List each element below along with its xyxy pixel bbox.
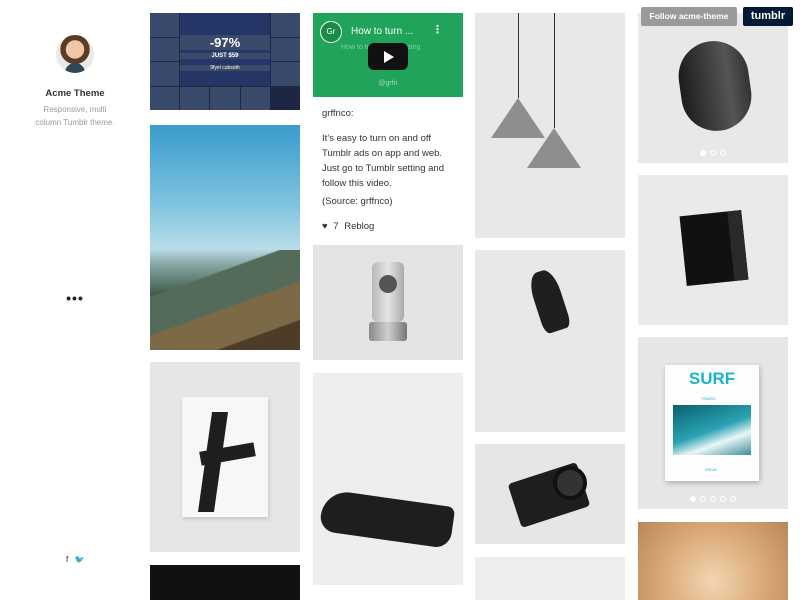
photo-post[interactable] [475, 557, 625, 600]
heart-icon[interactable]: ♥ [322, 221, 328, 232]
photoset-dot[interactable] [710, 496, 716, 502]
sale-banner: -97% JUST $59 9fyel cubsoth [180, 13, 270, 86]
photoset-dot[interactable] [730, 496, 736, 502]
thumbnail [240, 86, 270, 110]
camera-photo-post[interactable] [475, 444, 625, 544]
jumping-figure [526, 267, 572, 335]
mountain-ridge [150, 250, 300, 350]
sidebar: Acme Theme Responsive, multi column Tumb… [0, 0, 150, 600]
thumbnail [150, 62, 180, 86]
post-actions: ♥ 7 Reblog [322, 221, 377, 232]
thumbnail [150, 86, 180, 110]
lamp-cord [554, 13, 555, 128]
jumper-photo-post[interactable] [475, 250, 625, 432]
speaker-base [369, 322, 407, 341]
video-post[interactable]: Gr How to turn ... ⋮ How to turn ... adv… [313, 13, 463, 97]
magazine-cover: SURF TRAVEL ISSUE [665, 365, 759, 481]
post-source[interactable]: grffnco: [322, 108, 354, 119]
thumbnail [270, 62, 300, 86]
magazine-label: TRAVEL [701, 396, 717, 401]
video-title[interactable]: How to turn ... [351, 26, 413, 37]
photoset-dots [638, 489, 788, 507]
magazine-photoset-post[interactable]: SURF TRAVEL ISSUE [638, 337, 788, 509]
tumblr-logo-button[interactable]: tumblr [743, 7, 793, 26]
clock-photoset-post[interactable] [638, 13, 788, 163]
speaker-lens [379, 275, 397, 293]
facebook-icon[interactable]: f [66, 555, 68, 564]
cube-object [679, 209, 749, 287]
clock-object [674, 36, 756, 136]
thumbnail [180, 86, 210, 110]
magazine-issue: ISSUE [705, 467, 718, 472]
wave-image [673, 405, 751, 455]
speaker-photo-post[interactable] [313, 245, 463, 360]
camera-lens [553, 466, 587, 500]
thumbnail [270, 37, 300, 61]
sale-brand: 9fyel cubsoth [180, 65, 270, 71]
thumbnail [150, 37, 180, 61]
sale-percent: -97% [180, 35, 270, 50]
thumbnail [210, 86, 240, 110]
dark-photo-post[interactable] [150, 565, 300, 600]
follow-button[interactable]: Follow acme-theme [641, 7, 737, 26]
photoset-dot[interactable] [720, 496, 726, 502]
photoset-dots [638, 143, 788, 161]
shoe-photo-post[interactable] [313, 373, 463, 585]
photoset-dot[interactable] [690, 496, 696, 502]
play-icon[interactable] [368, 43, 408, 70]
more-dots-icon[interactable]: ••• [66, 290, 84, 306]
thumbnail [150, 13, 180, 37]
video-brand: @grfn [378, 80, 398, 87]
sculpture-photo-post[interactable] [150, 362, 300, 552]
ad-collage-post[interactable]: -97% JUST $59 9fyel cubsoth [150, 13, 300, 110]
lion-photo-post[interactable] [638, 522, 788, 600]
mountain-photo-post[interactable] [150, 125, 300, 350]
text-post: grffnco: It’s easy to turn on and off Tu… [313, 97, 463, 237]
post-credit[interactable]: (Source: grffnco) [322, 196, 393, 207]
social-links: f 🐦 [64, 555, 86, 564]
magazine-title: SURF [688, 369, 736, 388]
photoset-dot[interactable] [700, 496, 706, 502]
blog-title[interactable]: Acme Theme [0, 88, 150, 99]
shoe-sole [318, 489, 456, 549]
sale-price: JUST $59 [180, 53, 270, 59]
thumbnail [270, 13, 300, 37]
twitter-icon[interactable]: 🐦 [74, 555, 84, 564]
photoset-dot[interactable] [710, 150, 716, 156]
lamp-shade [527, 128, 581, 168]
avatar[interactable] [56, 35, 94, 73]
like-count: 7 [333, 221, 339, 232]
post-body: It’s easy to turn on and off Tumblr ads … [322, 133, 444, 189]
photoset-dot[interactable] [720, 150, 726, 156]
reblog-link[interactable]: Reblog [344, 221, 374, 232]
lamp-cord [518, 13, 519, 98]
lamps-photo-post[interactable] [475, 13, 625, 238]
channel-icon[interactable]: Gr [320, 21, 342, 43]
cube-photo-post[interactable] [638, 175, 788, 325]
blog-description: Responsive, multi column Tumblr theme. [35, 105, 115, 127]
photoset-dot[interactable] [700, 150, 706, 156]
video-menu-icon[interactable]: ⋮ [432, 23, 443, 36]
